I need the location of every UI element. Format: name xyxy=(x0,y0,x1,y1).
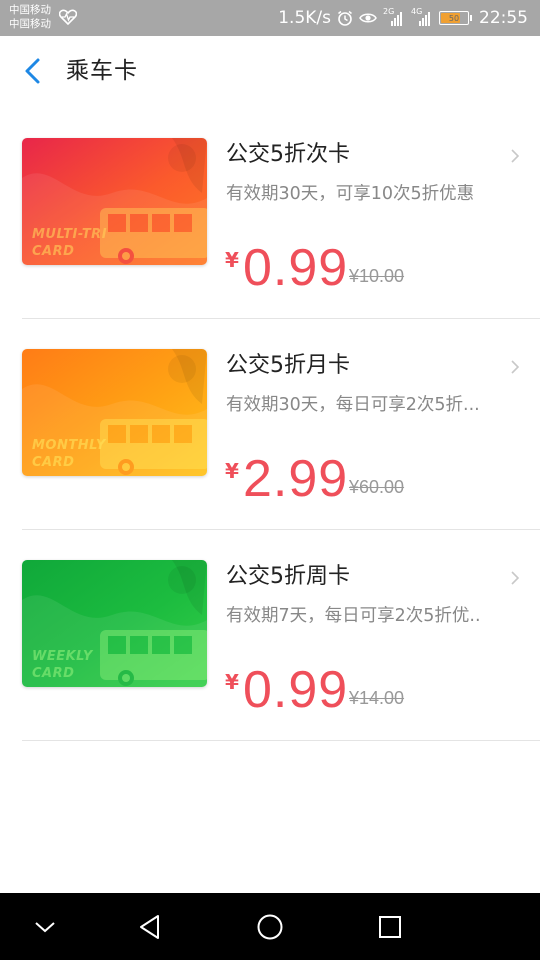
original-price: ¥14.00 xyxy=(349,688,405,708)
card-thumbnail[interactable]: MONTHLY CARD xyxy=(22,349,207,476)
price-row: ¥ 0.99 ¥14.00 xyxy=(225,658,525,722)
card-name[interactable]: 公交5折周卡 xyxy=(226,561,350,593)
sale-price: 2.99 xyxy=(243,450,349,508)
chevron-right-icon[interactable] xyxy=(508,359,522,375)
signal-1-icon: 2G xyxy=(383,7,405,27)
back-triangle-icon[interactable] xyxy=(130,907,170,947)
original-price: ¥10.00 xyxy=(349,266,405,286)
health-heart-icon xyxy=(59,9,77,25)
alarm-icon xyxy=(338,10,352,26)
card-item[interactable]: MULTI-TRI CARD 公交5折次卡 有效期30天，可享10次5折优惠 ¥… xyxy=(0,108,540,319)
divider xyxy=(22,740,540,741)
navigation-bar xyxy=(0,893,540,960)
carrier-info: 中国移动 中国移动 xyxy=(9,3,51,31)
card-list: MULTI-TRI CARD 公交5折次卡 有效期30天，可享10次5折优惠 ¥… xyxy=(0,108,540,741)
home-circle-icon[interactable] xyxy=(250,907,290,947)
card-type-label: WEEKLY CARD xyxy=(32,649,93,681)
eye-comfort-icon xyxy=(359,13,377,23)
currency-symbol: ¥ xyxy=(225,248,239,272)
battery-level: 50 xyxy=(448,13,460,23)
carrier-1: 中国移动 xyxy=(9,4,51,16)
card-thumbnail[interactable]: WEEKLY CARD xyxy=(22,560,207,687)
bus-icon xyxy=(100,630,207,686)
status-bar: 中国移动 中国移动 1.5K/s 2G 4G 50 22:55 xyxy=(0,0,540,36)
sale-price: 0.99 xyxy=(243,661,349,719)
clock: 22:55 xyxy=(479,8,528,28)
price-row: ¥ 0.99 ¥10.00 xyxy=(225,236,525,300)
card-description: 有效期7天，每日可享2次5折优.. xyxy=(226,606,481,626)
recent-square-icon[interactable] xyxy=(370,907,410,947)
net-speed: 1.5K/s xyxy=(278,8,331,28)
card-name[interactable]: 公交5折月卡 xyxy=(226,350,350,382)
sale-price: 0.99 xyxy=(243,239,349,297)
status-right: 1.5K/s 2G 4G 50 22:55 xyxy=(278,0,528,36)
battery-icon: 50 xyxy=(439,11,472,25)
card-type-label: MONTHLY CARD xyxy=(32,438,106,470)
title-bar: 乘车卡 xyxy=(0,36,540,108)
original-price: ¥60.00 xyxy=(349,477,405,497)
bus-icon xyxy=(100,208,207,264)
card-description: 有效期30天，可享10次5折优惠 xyxy=(226,184,475,204)
card-thumbnail[interactable]: MULTI-TRI CARD xyxy=(22,138,207,265)
chevron-right-icon[interactable] xyxy=(508,570,522,586)
card-type-label: MULTI-TRI CARD xyxy=(32,227,108,259)
page-title: 乘车卡 xyxy=(66,58,138,84)
card-description: 有效期30天，每日可享2次5折... xyxy=(226,395,480,415)
currency-symbol: ¥ xyxy=(225,459,239,483)
card-item[interactable]: WEEKLY CARD 公交5折周卡 有效期7天，每日可享2次5折优.. ¥ 0… xyxy=(0,530,540,741)
chevron-right-icon[interactable] xyxy=(508,148,522,164)
back-arrow-icon[interactable] xyxy=(18,56,48,86)
chevron-down-icon[interactable] xyxy=(25,907,65,947)
card-item[interactable]: MONTHLY CARD 公交5折月卡 有效期30天，每日可享2次5折... ¥… xyxy=(0,319,540,530)
bus-icon xyxy=(100,419,207,475)
currency-symbol: ¥ xyxy=(225,670,239,694)
card-name[interactable]: 公交5折次卡 xyxy=(226,139,350,171)
price-row: ¥ 2.99 ¥60.00 xyxy=(225,447,525,511)
carrier-2: 中国移动 xyxy=(9,18,51,30)
signal-2-icon: 4G xyxy=(411,7,433,27)
